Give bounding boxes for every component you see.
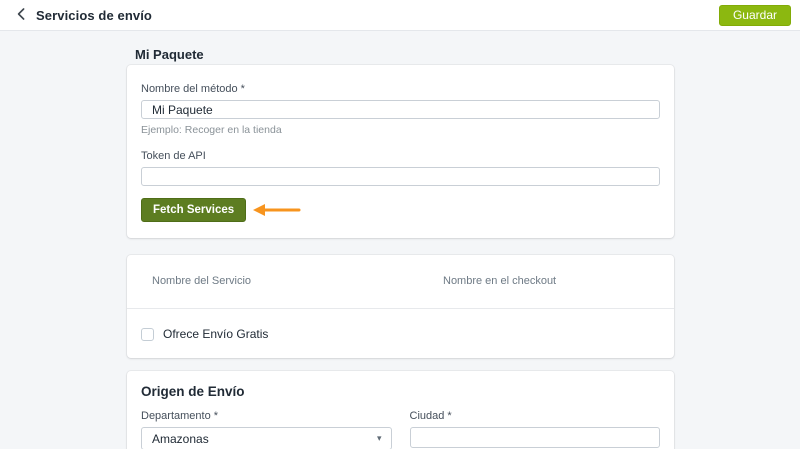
services-card: Nombre del Servicio Nombre en el checkou…: [127, 255, 674, 358]
api-token-input[interactable]: [141, 167, 660, 186]
fetch-services-row: Fetch Services: [141, 198, 660, 222]
back-button[interactable]: [17, 7, 25, 23]
method-card: Nombre del método * Ejemplo: Recoger en …: [127, 65, 674, 238]
chevron-down-icon: ▾: [376, 433, 382, 443]
services-table-header: Nombre del Servicio Nombre en el checkou…: [127, 255, 674, 309]
department-select[interactable]: Amazonas ▾: [141, 427, 392, 449]
method-name-label: Nombre del método *: [141, 83, 245, 95]
department-selected-value: Amazonas: [152, 431, 209, 446]
column-header-service-name: Nombre del Servicio: [152, 275, 252, 287]
method-name-field-group: Nombre del método * Ejemplo: Recoger en …: [141, 83, 660, 137]
method-name-helper: Ejemplo: Recoger en la tienda: [141, 124, 282, 136]
fetch-services-button[interactable]: Fetch Services: [141, 198, 247, 222]
free-shipping-checkbox[interactable]: [141, 327, 154, 341]
page-content: Mi Paquete Nombre del método * Ejemplo: …: [0, 31, 800, 449]
free-shipping-label[interactable]: Ofrece Envío Gratis: [163, 327, 268, 341]
city-input[interactable]: [409, 427, 660, 448]
top-bar: Servicios de envío Guardar: [0, 0, 800, 31]
origin-card: Origen de Envío Departamento * Amazonas …: [127, 371, 674, 449]
origin-card-title: Origen de Envío: [141, 384, 245, 399]
api-token-field-group: Token de API: [141, 150, 660, 186]
free-shipping-row: Ofrece Envío Gratis: [127, 309, 674, 358]
city-field-group: Ciudad *: [409, 410, 660, 449]
method-name-input[interactable]: [141, 100, 660, 119]
save-button[interactable]: Guardar: [718, 4, 791, 26]
department-field-group: Departamento * Amazonas ▾: [141, 410, 392, 449]
left-arrow-annotation-icon: [253, 202, 301, 218]
api-token-label: Token de API: [141, 150, 206, 162]
page-title: Servicios de envío: [36, 7, 152, 23]
column-header-checkout-name: Nombre en el checkout: [443, 275, 557, 287]
city-label: Ciudad *: [409, 410, 452, 422]
section-title: Mi Paquete: [135, 47, 204, 62]
department-label: Departamento *: [141, 410, 219, 422]
chevron-left-icon: [17, 7, 25, 23]
